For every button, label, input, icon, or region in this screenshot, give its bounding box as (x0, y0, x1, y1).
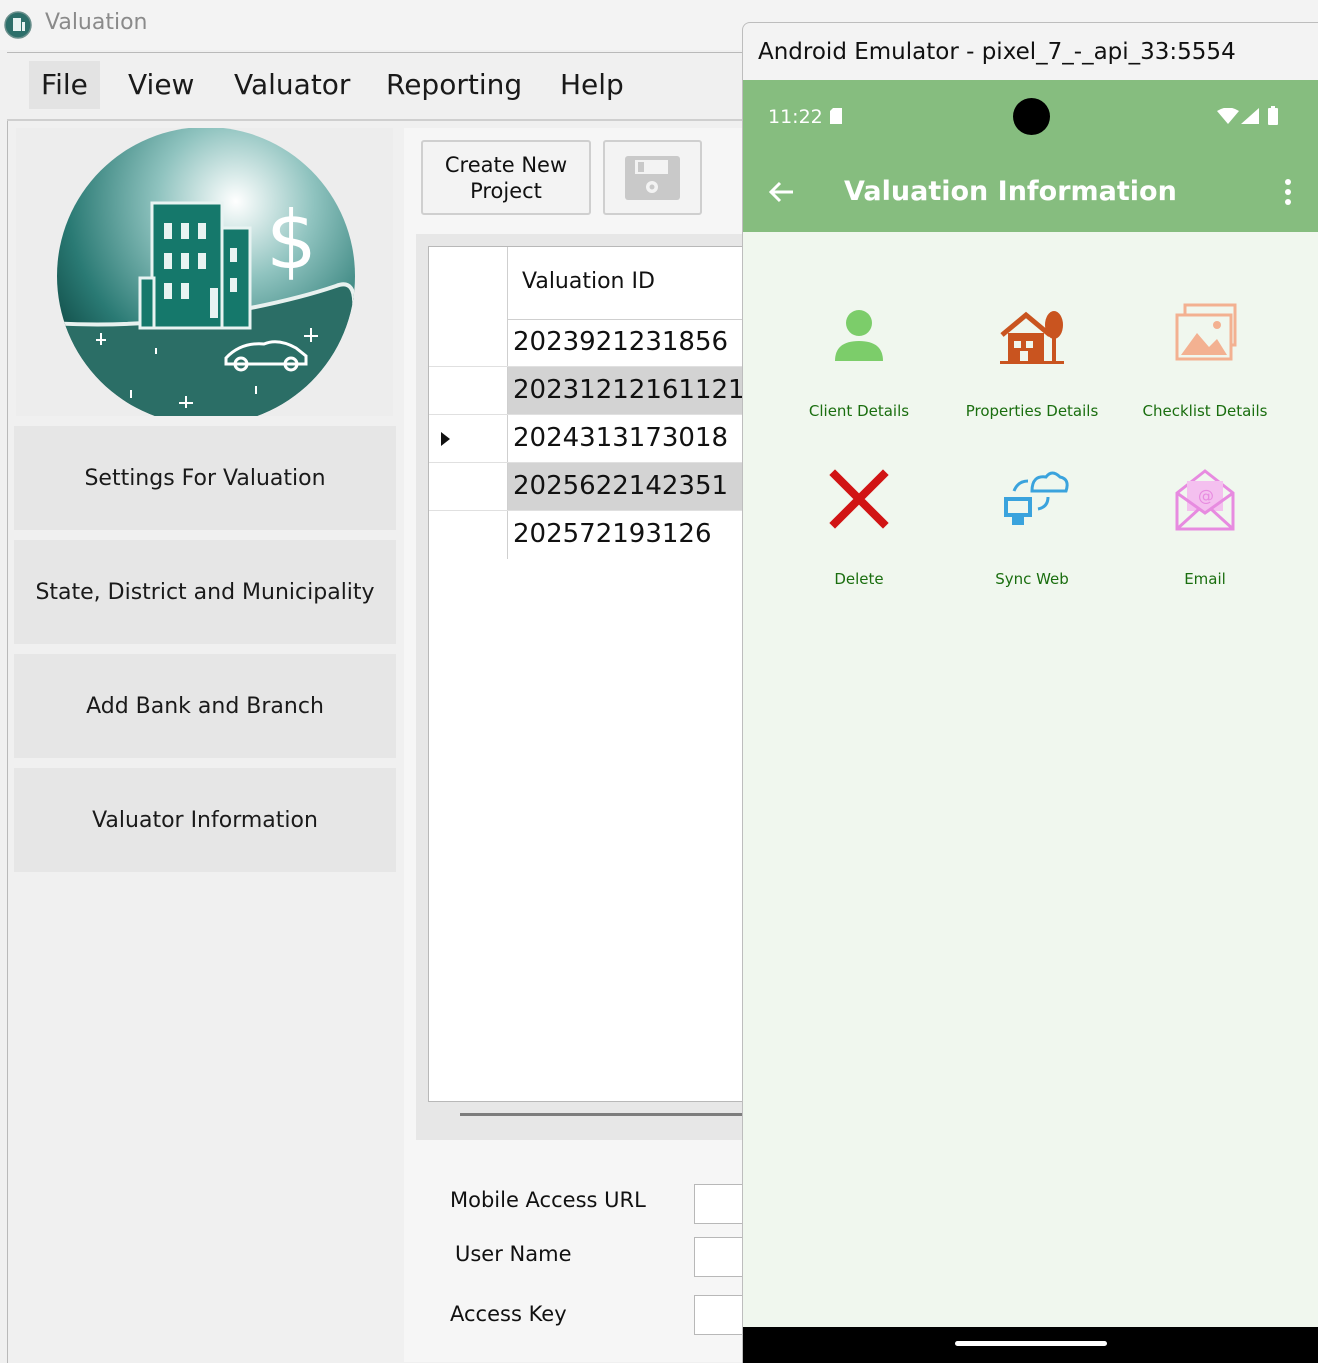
emulator-window-title: Android Emulator - pixel_7_-_api_33:5554 (758, 39, 1236, 65)
create-new-project-button[interactable]: Create New Project (421, 140, 591, 215)
camera-cutout (1013, 98, 1050, 135)
menu-file[interactable]: File (29, 61, 100, 109)
valuation-id-cell[interactable]: 202572193126 (513, 519, 712, 549)
battery-icon (1268, 106, 1278, 125)
valuator-information-button[interactable]: Valuator Information (14, 768, 396, 872)
phone-screen: 11:22 Valuation Information Client Detai… (743, 80, 1318, 1363)
wifi-icon (1217, 108, 1239, 124)
state-district-municipality-button[interactable]: State, District and Municipality (14, 540, 396, 644)
mobile-access-url-input[interactable] (694, 1184, 745, 1224)
table-row[interactable]: 2024313173018 (429, 415, 745, 463)
button-label: State, District and Municipality (35, 579, 375, 605)
valuation-grid[interactable]: Valuation ID 2023921231856 2023121216112… (428, 246, 746, 1102)
row-header[interactable] (429, 415, 508, 462)
user-name-label: User Name (455, 1242, 572, 1266)
svg-text:$: $ (266, 194, 317, 287)
valuation-id-cell[interactable]: 2025622142351 (513, 471, 728, 501)
table-row[interactable]: 2023921231856 (429, 319, 745, 367)
svg-text:@: @ (1198, 486, 1214, 505)
access-key-input[interactable] (694, 1295, 745, 1335)
create-button-label: Create New Project (444, 152, 568, 203)
button-label: Add Bank and Branch (86, 693, 324, 719)
delete-tile[interactable]: Delete (779, 453, 939, 603)
signal-icon (1241, 108, 1259, 124)
row-header[interactable] (429, 511, 508, 558)
tile-label: Client Details (808, 402, 910, 420)
table-row[interactable]: 2025622142351 (429, 463, 745, 511)
valuation-id-cell[interactable]: 20231212161121 (513, 375, 745, 405)
table-row[interactable]: 20231212161121 (429, 367, 745, 415)
sync-web-tile[interactable]: Sync Web (952, 453, 1112, 603)
status-clock: 11:22 (768, 106, 823, 128)
valuation-id-cell[interactable]: 2024313173018 (513, 423, 728, 453)
tile-label: Email (1184, 570, 1226, 588)
grid-horizontal-scrollbar[interactable] (460, 1113, 744, 1116)
checklist-details-tile[interactable]: Checklist Details (1125, 285, 1285, 435)
cloud-sync-icon (1004, 471, 1069, 525)
android-emulator-window: Android Emulator - pixel_7_-_api_33:5554… (742, 22, 1318, 1363)
menu-view[interactable]: View (116, 61, 206, 109)
row-header[interactable] (429, 319, 508, 366)
row-header[interactable] (429, 367, 508, 414)
menu-help[interactable]: Help (548, 61, 636, 109)
navigation-bar (743, 1327, 1318, 1363)
access-key-label: Access Key (450, 1302, 567, 1326)
logo-panel: $ (16, 127, 393, 425)
button-label: Valuator Information (92, 807, 318, 833)
status-bar: 11:22 (743, 80, 1318, 152)
tile-label: Properties Details (965, 402, 1099, 420)
user-name-input[interactable] (694, 1237, 745, 1277)
client-details-tile[interactable]: Client Details (779, 285, 939, 435)
email-icon: @ (1175, 469, 1235, 531)
column-header-valuation-id[interactable]: Valuation ID (522, 269, 655, 294)
button-label: Settings For Valuation (84, 465, 326, 491)
tile-label: Sync Web (995, 570, 1069, 588)
app-title: Valuation (45, 10, 148, 35)
mobile-access-url-label: Mobile Access URL (450, 1188, 646, 1212)
menu-bar: File View Valuator Reporting Help (7, 53, 747, 121)
table-row[interactable]: 202572193126 (429, 511, 745, 558)
app-bar: Valuation Information (743, 152, 1318, 232)
valuation-id-cell[interactable]: 2023921231856 (513, 327, 728, 357)
overflow-menu-icon[interactable] (1283, 178, 1293, 206)
tile-label: Checklist Details (1142, 402, 1268, 420)
house-icon (1000, 311, 1064, 364)
sd-card-icon (830, 108, 842, 124)
menu-reporting[interactable]: Reporting (374, 61, 534, 109)
home-gesture-handle[interactable] (955, 1341, 1107, 1346)
save-button[interactable] (603, 140, 702, 215)
appbar-title: Valuation Information (844, 176, 1177, 207)
tile-label: Delete (834, 570, 884, 588)
settings-for-valuation-button[interactable]: Settings For Valuation (14, 426, 396, 530)
properties-details-tile[interactable]: Properties Details (952, 285, 1112, 435)
floppy-disk-icon (625, 156, 680, 200)
delete-x-icon (829, 469, 889, 529)
back-arrow-icon[interactable] (767, 180, 795, 204)
current-row-arrow-icon (441, 432, 450, 446)
person-icon (835, 310, 883, 361)
menu-valuator[interactable]: Valuator (222, 61, 362, 109)
add-bank-branch-button[interactable]: Add Bank and Branch (14, 654, 396, 758)
valuation-logo-icon: $ (57, 127, 355, 425)
image-gallery-icon (1175, 303, 1237, 361)
row-header[interactable] (429, 463, 508, 510)
email-tile[interactable]: @ Email (1125, 453, 1285, 603)
app-logo-icon (4, 11, 32, 39)
